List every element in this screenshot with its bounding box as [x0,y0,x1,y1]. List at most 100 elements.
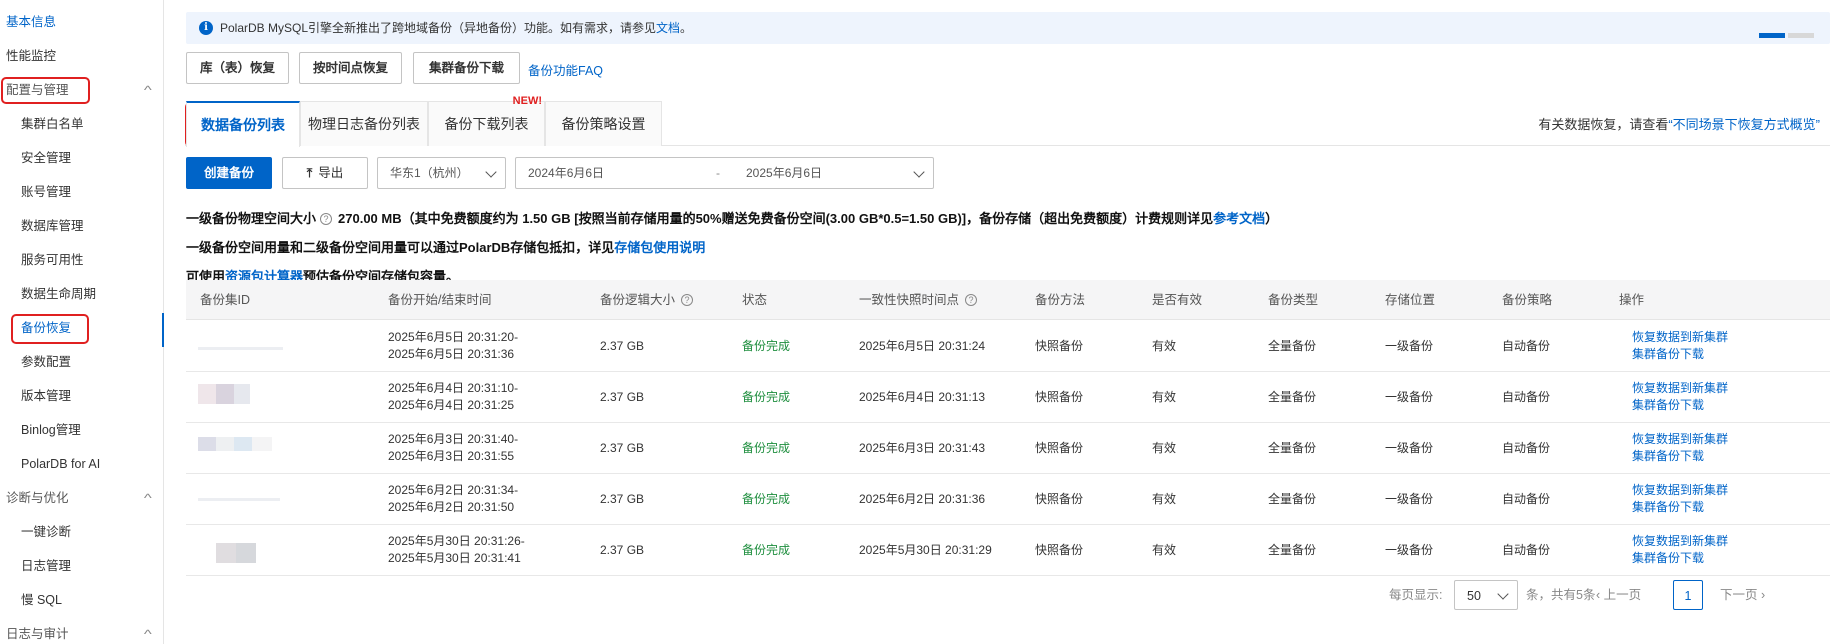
notice-doc-link[interactable]: 文档 [656,21,680,35]
tab-physical-log-backup-list[interactable]: 物理日志备份列表 [300,101,428,146]
tab-label: 备份下载列表 [444,116,529,132]
sidebar-group-config[interactable]: 配置与管理 ^ [0,79,163,101]
backup-id-redacted [198,384,258,404]
sidebar-item-lifecycle[interactable]: 数据生命周期 [0,283,163,305]
chevron-right-icon: › [1757,588,1766,602]
end-time: 2025年6月5日 20:31:36 [388,347,515,361]
restore-point-in-time-button[interactable]: 按时间点恢复 [299,52,402,84]
location-cell: 一级备份 [1385,339,1434,353]
pager-dot[interactable] [1788,33,1814,38]
backup-id-redacted [198,489,280,501]
backup-time-cell: 2025年6月2日 20:31:34- 2025年6月2日 20:31:50 [388,482,518,516]
sidebar-item-availability[interactable]: 服务可用性 [0,249,163,271]
col-snapshot-time: 一致性快照时间点? [859,280,983,320]
pager-dot-active[interactable] [1759,33,1785,38]
size-cell: 2.37 GB [600,339,645,353]
export-button[interactable]: ⤒ 导出 [282,157,368,189]
storage-package-info: 一级备份空间用量和二级备份空间用量可以通过PolarDB存储包抵扣，详见存储包使… [186,237,705,256]
tab-data-backup-list[interactable]: 数据备份列表 [186,101,300,147]
valid-cell: 有效 [1152,492,1177,506]
page-size-select[interactable]: 50 [1454,580,1518,610]
storage-package-doc-link[interactable]: 存储包使用说明 [614,240,705,255]
prev-page-button[interactable]: ‹ 上一页 [1596,580,1641,610]
create-backup-button[interactable]: 创建备份 [186,157,272,189]
start-time: 2025年6月3日 20:31:40- [388,432,519,446]
sidebar-item-whitelist[interactable]: 集群白名单 [0,113,163,135]
tab-backup-policy-settings[interactable]: 备份策略设置 [545,101,662,146]
method-cell: 快照备份 [1035,543,1084,557]
policy-cell: 自动备份 [1502,339,1551,353]
help-icon[interactable]: ? [681,293,694,306]
date-start[interactable]: 2024年6月6日 [528,166,604,180]
recovery-overview-link[interactable]: “不同场景下恢复方式概览” [1668,117,1820,132]
backup-faq-link[interactable]: 备份功能FAQ [528,60,603,79]
region-select[interactable]: 华东1（杭州） [377,157,506,189]
cluster-backup-download-link[interactable]: 集群备份下载 [1632,550,1728,567]
sidebar-group-diagnostics[interactable]: 诊断与优化 ^ [0,487,163,509]
date-range-picker[interactable]: 2024年6月6日 - 2025年6月6日 [515,157,934,189]
col-storage-location: 存储位置 [1385,293,1436,307]
restore-to-new-cluster-link[interactable]: 恢复数据到新集群 [1632,533,1728,550]
restore-to-new-cluster-link[interactable]: 恢复数据到新集群 [1632,380,1728,397]
sidebar-item-one-click-diagnosis[interactable]: 一键诊断 [0,521,163,543]
actions-cell: 恢复数据到新集群 集群备份下载 [1632,482,1728,516]
size-cell: 2.37 GB [600,492,645,506]
restore-db-table-button[interactable]: 库（表）恢复 [186,52,289,84]
cluster-backup-download-link[interactable]: 集群备份下载 [1632,499,1728,516]
method-cell: 快照备份 [1035,339,1084,353]
sidebar-item-databases[interactable]: 数据库管理 [0,215,163,237]
sidebar-item-logs[interactable]: 日志管理 [0,555,163,577]
chevron-down-icon [1497,588,1509,600]
help-icon[interactable]: ? [965,293,978,306]
prev-label: 上一页 [1603,588,1642,602]
date-end[interactable]: 2025年6月6日 [746,158,822,188]
end-time: 2025年6月3日 20:31:55 [388,449,515,463]
backup-id-redacted [198,437,278,451]
tab-backup-download-list[interactable]: 备份下载列表 NEW! [428,95,545,146]
restore-to-new-cluster-link[interactable]: 恢复数据到新集群 [1632,431,1728,448]
sidebar-item-parameters[interactable]: 参数配置 [0,351,163,373]
restore-to-new-cluster-link[interactable]: 恢复数据到新集群 [1632,482,1728,499]
sidebar-item-basic-info[interactable]: 基本信息 [0,11,163,33]
location-cell: 一级备份 [1385,492,1434,506]
col-backup-time: 备份开始/结束时间 [388,293,492,307]
sidebar-item-security[interactable]: 安全管理 [0,147,163,169]
valid-cell: 有效 [1152,543,1177,557]
backup-time-cell: 2025年6月3日 20:31:40- 2025年6月3日 20:31:55 [388,431,518,465]
sidebar-item-backup-restore[interactable]: 备份恢复 [0,317,163,339]
snapshot-cell: 2025年6月4日 20:31:13 [859,390,986,404]
cluster-backup-download-link[interactable]: 集群备份下载 [1632,397,1728,414]
sidebar-item-versions[interactable]: 版本管理 [0,385,163,407]
restore-to-new-cluster-link[interactable]: 恢复数据到新集群 [1632,329,1728,346]
backup-time-cell: 2025年6月5日 20:31:20- 2025年6月5日 20:31:36 [388,329,518,363]
sidebar-item-slow-sql[interactable]: 慢 SQL [0,589,163,611]
end-time: 2025年5月30日 20:31:41 [388,551,521,565]
current-page-button[interactable]: 1 [1673,580,1703,610]
status-cell: 备份完成 [742,492,791,506]
col-actions: 操作 [1619,293,1645,307]
sidebar-group-log-audit[interactable]: 日志与审计 ^ [0,623,163,644]
next-page-button[interactable]: 下一页 › [1720,580,1765,610]
chevron-down-icon [913,166,925,178]
primary-backup-size-label: 一级备份物理空间大小 [186,211,317,226]
sidebar-item-performance[interactable]: 性能监控 [0,45,163,67]
backup-id-redacted [198,338,283,350]
notice-end: 。 [680,21,693,35]
upload-icon: ⤒ [306,166,313,180]
page-size-value: 50 [1467,589,1481,603]
cluster-backup-download-link[interactable]: 集群备份下载 [1632,346,1728,363]
banner-pager[interactable] [1756,26,1814,41]
notice-banner: i PolarDB MySQL引擎全新推出了跨地域备份（异地备份）功能。如有需求… [186,12,1830,44]
sidebar-item-accounts[interactable]: 账号管理 [0,181,163,203]
sidebar-item-polardb-ai[interactable]: PolarDB for AI [0,453,163,475]
sidebar-item-binlog[interactable]: Binlog管理 [0,419,163,441]
type-cell: 全量备份 [1268,492,1317,506]
actions-cell: 恢复数据到新集群 集群备份下载 [1632,380,1728,414]
chevron-up-icon: ^ [144,491,153,505]
reference-doc-link[interactable]: 参考文档 [1213,211,1265,226]
cluster-backup-download-link[interactable]: 集群备份下载 [1632,448,1728,465]
help-icon[interactable]: ? [320,212,333,225]
end-time: 2025年6月2日 20:31:50 [388,500,515,514]
cluster-backup-download-button[interactable]: 集群备份下载 [413,52,520,84]
method-cell: 快照备份 [1035,390,1084,404]
